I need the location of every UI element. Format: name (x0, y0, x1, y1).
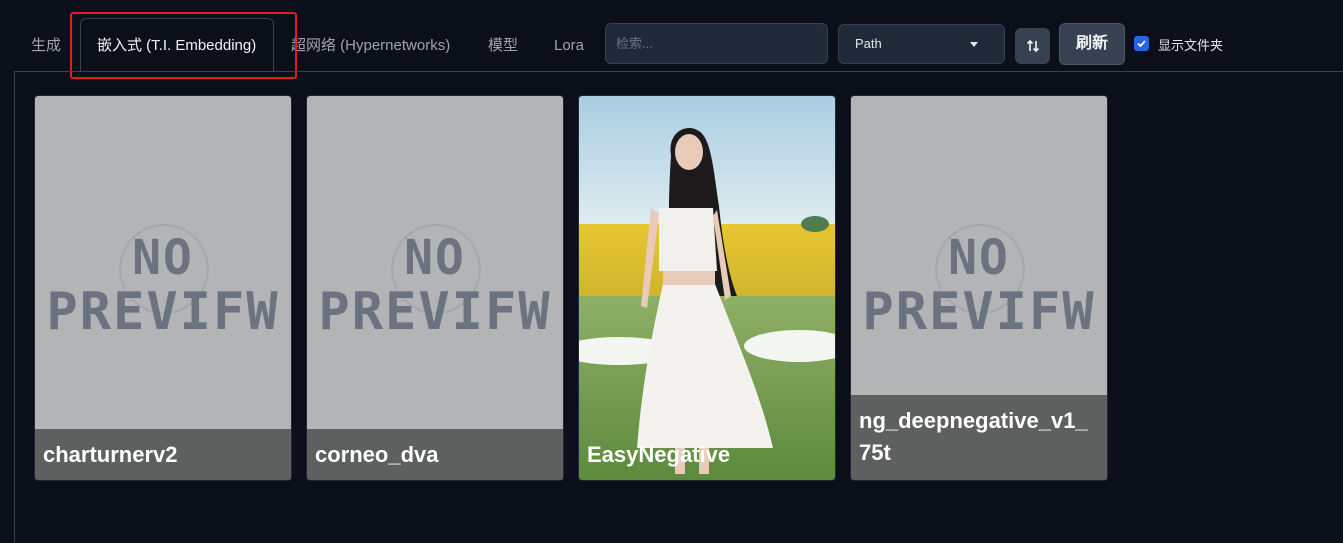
sort-order-button[interactable] (1015, 28, 1050, 64)
tab-lora[interactable]: Lora (554, 31, 584, 61)
preview-photo (579, 96, 835, 480)
show-dirs-label: 显示文件夹 (1158, 38, 1224, 53)
network-card[interactable]: NO PREVIFW ng_deepnegative_v1_75t (851, 96, 1107, 480)
network-card[interactable]: EasyNegative (579, 96, 835, 480)
show-dirs-checkbox[interactable] (1134, 36, 1149, 51)
no-preview-text: NO (132, 230, 194, 286)
card-name: ng_deepnegative_v1_75t (851, 395, 1107, 480)
tab-hypernetworks[interactable]: 超网络 (Hypernetworks) (291, 31, 450, 61)
tab-textual-inversion[interactable]: 嵌入式 (T.I. Embedding) (80, 18, 274, 71)
no-preview-text: PREVIFW (862, 282, 1096, 342)
tab-generate[interactable]: 生成 (31, 31, 61, 61)
network-card[interactable]: NO PREVIFW charturnerv2 (35, 96, 291, 480)
no-preview-text: NO (404, 230, 466, 286)
tab-checkpoints[interactable]: 模型 (488, 31, 518, 61)
sort-select[interactable]: Path (838, 24, 1005, 64)
no-preview-text: PREVIFW (46, 282, 280, 342)
sort-select-value: Path (855, 36, 882, 51)
no-preview-text: PREVIFW (318, 282, 552, 342)
sort-arrows-icon (1026, 39, 1039, 53)
search-input[interactable] (605, 23, 828, 64)
refresh-button[interactable]: 刷新 (1059, 23, 1125, 65)
card-name: charturnerv2 (35, 429, 291, 480)
no-preview-text: NO (948, 230, 1010, 286)
chevron-down-icon (970, 42, 978, 47)
check-icon (1137, 40, 1146, 48)
card-name: EasyNegative (587, 442, 731, 467)
network-card[interactable]: NO PREVIFW corneo_dva (307, 96, 563, 480)
card-name: corneo_dva (307, 429, 563, 480)
extra-networks-header: 生成 嵌入式 (T.I. Embedding) 超网络 (Hypernetwor… (0, 0, 1343, 79)
